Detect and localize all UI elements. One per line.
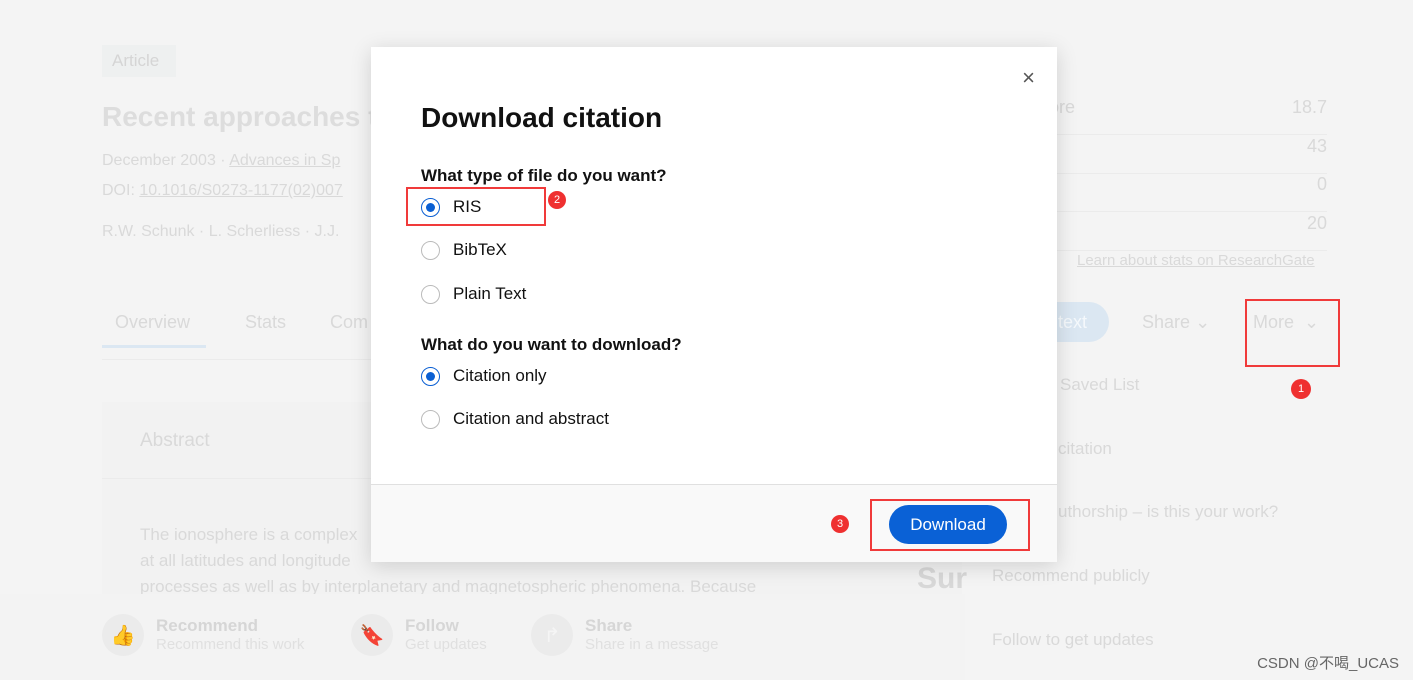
action-title: Recommend xyxy=(156,616,259,635)
stat-row: 0 xyxy=(1040,174,1327,212)
menu-item-follow[interactable]: Follow to get updates xyxy=(992,630,1154,650)
stat-value: 18.7 xyxy=(1291,97,1327,117)
action-title: Share xyxy=(585,616,633,635)
doi-label: DOI: xyxy=(102,182,140,199)
tab-comments[interactable]: Com xyxy=(330,312,368,333)
chevron-down-icon: ⌄ xyxy=(1195,312,1211,332)
radio-button[interactable] xyxy=(421,284,440,304)
date: December 2003 · xyxy=(102,152,230,169)
recommend-action[interactable]: 👍 Recommend Recommend this work xyxy=(102,614,304,656)
menu-item-recommend[interactable]: Recommend publicly xyxy=(992,566,1150,586)
doi-link[interactable]: 10.1016/S0273-1177(02)007 xyxy=(139,182,342,199)
watermark: CSDN @不喝_UCAS xyxy=(1257,655,1399,672)
stat-row: core 18.7 xyxy=(1040,97,1327,135)
dialog-title: Download citation xyxy=(421,102,663,133)
stat-value: 20 xyxy=(1306,213,1327,233)
tab-overview[interactable]: Overview xyxy=(102,300,206,348)
annotation-box-2 xyxy=(406,187,546,226)
authors: R.W. Schunk · L. Scherliess · J.J. xyxy=(102,223,340,240)
option-label: BibTeX xyxy=(453,240,507,259)
menu-item-citation[interactable]: citation xyxy=(1058,439,1112,459)
thumbs-up-icon: 👍 xyxy=(102,614,144,656)
stat-value: 0 xyxy=(1316,174,1327,194)
download-citation-dialog: × Download citation What type of file do… xyxy=(371,47,1057,562)
annotation-marker-2: 2 xyxy=(548,191,566,209)
radio-bibtex[interactable]: BibTeX xyxy=(421,240,507,260)
action-bar: 👍 Recommend Recommend this work 🔖 Follow Get… xyxy=(0,594,965,680)
share-dropdown[interactable]: Share ⌄ xyxy=(1142,312,1210,333)
menu-item-authorship[interactable]: uthorship – is this your work? xyxy=(1058,502,1278,522)
annotation-marker-3: 3 xyxy=(831,515,849,533)
article-badge: Article xyxy=(102,45,176,77)
radio-citation-and-abstract[interactable]: Citation and abstract xyxy=(421,409,609,429)
annotation-marker-1: 1 xyxy=(1291,379,1311,399)
follow-action[interactable]: 🔖 Follow Get updates xyxy=(351,614,487,656)
section-heading: Sur xyxy=(917,562,968,595)
stat-row: 20 xyxy=(1040,213,1327,251)
action-sub: Share in a message xyxy=(585,636,719,653)
stats-link[interactable]: Learn about stats on ResearchGate xyxy=(1077,252,1315,269)
journal-link[interactable]: Advances in Sp xyxy=(229,152,340,169)
share-arrow-icon: ↱ xyxy=(531,614,573,656)
stat-row: 43 xyxy=(1040,136,1327,174)
article-meta: December 2003 · Advances in Sp xyxy=(102,152,340,170)
article-title: Recent approaches t xyxy=(102,101,378,132)
close-icon[interactable]: × xyxy=(1022,65,1035,91)
radio-button[interactable] xyxy=(421,409,440,429)
share-action[interactable]: ↱ Share Share in a message xyxy=(531,614,718,656)
option-label: Plain Text xyxy=(453,284,527,303)
radio-plain-text[interactable]: Plain Text xyxy=(421,284,526,304)
action-sub: Recommend this work xyxy=(156,636,305,653)
annotation-box-1 xyxy=(1245,299,1340,367)
abstract-heading: Abstract xyxy=(140,430,210,451)
radio-button[interactable] xyxy=(421,240,440,260)
menu-item-saved-list[interactable]: Saved List xyxy=(1060,375,1139,395)
file-type-question: What type of file do you want? xyxy=(421,166,667,185)
tab-stats[interactable]: Stats xyxy=(245,312,286,333)
option-label: Citation and abstract xyxy=(453,409,609,428)
radio-button[interactable] xyxy=(421,366,440,386)
action-title: Follow xyxy=(405,616,459,635)
action-sub: Get updates xyxy=(405,636,487,653)
doi: DOI: 10.1016/S0273-1177(02)007 xyxy=(102,182,343,200)
option-label: Citation only xyxy=(453,366,547,385)
share-label: Share xyxy=(1142,312,1191,332)
radio-citation-only[interactable]: Citation only xyxy=(421,366,547,386)
bookmark-icon: 🔖 xyxy=(351,614,393,656)
dialog-footer: 3 Download xyxy=(371,484,1057,562)
download-content-question: What do you want to download? xyxy=(421,335,682,354)
stat-value: 43 xyxy=(1306,136,1327,156)
download-button[interactable]: Download xyxy=(889,505,1007,544)
